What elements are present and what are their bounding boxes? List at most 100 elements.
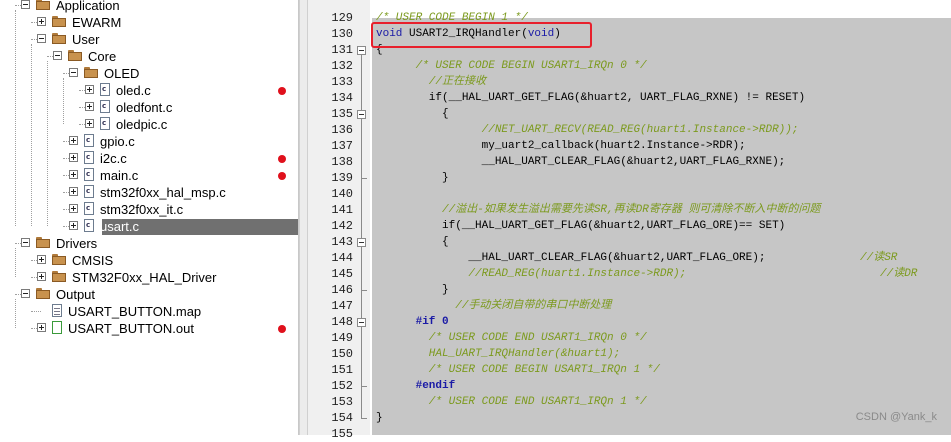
fold-collapse-icon[interactable] bbox=[357, 110, 366, 119]
expand-toggle-icon[interactable] bbox=[69, 204, 78, 213]
c-source-file-icon: c bbox=[84, 168, 94, 181]
fold-guide bbox=[361, 119, 362, 178]
expand-toggle-icon[interactable] bbox=[37, 323, 46, 332]
collapse-toggle-icon[interactable] bbox=[21, 238, 30, 247]
line-number: 146 bbox=[331, 283, 353, 297]
expand-toggle-icon[interactable] bbox=[85, 85, 94, 94]
line-number: 148 bbox=[331, 315, 353, 329]
collapse-toggle-icon[interactable] bbox=[69, 68, 78, 77]
tree-item-drivers[interactable]: Drivers bbox=[0, 235, 298, 252]
line-number: 132 bbox=[331, 59, 353, 73]
tree-item-ewarm[interactable]: EWARM bbox=[0, 14, 298, 31]
line-number: 138 bbox=[331, 155, 353, 169]
line-number: 143 bbox=[331, 235, 353, 249]
expand-toggle-icon[interactable] bbox=[69, 153, 78, 162]
c-source-file-icon: c bbox=[84, 134, 94, 147]
expand-toggle-icon[interactable] bbox=[69, 136, 78, 145]
code-line: if(__HAL_UART_GET_FLAG(&huart2,UART_FLAG… bbox=[376, 220, 786, 232]
tree-item-oled[interactable]: OLED bbox=[0, 65, 298, 82]
expand-toggle-icon[interactable] bbox=[37, 17, 46, 26]
c-source-file-icon: c bbox=[84, 151, 94, 164]
c-source-file-icon: c bbox=[84, 202, 94, 215]
tree-item-label: usart.c bbox=[100, 219, 140, 234]
tree-item-user[interactable]: User bbox=[0, 31, 298, 48]
tree-item-label: gpio.c bbox=[100, 134, 135, 149]
code-line: /* USER CODE END USART1_IRQn 0 */ bbox=[376, 332, 647, 344]
line-number: 153 bbox=[331, 395, 353, 409]
tree-item-stm32f0xx-hal-msp-c[interactable]: c stm32f0xx_hal_msp.c bbox=[0, 184, 298, 201]
tree-connector bbox=[63, 78, 64, 124]
map-file-icon bbox=[52, 304, 62, 317]
collapse-toggle-icon[interactable] bbox=[53, 51, 62, 60]
expand-toggle-icon[interactable] bbox=[37, 272, 46, 281]
tree-item-core[interactable]: Core bbox=[0, 48, 298, 65]
tree-item-oledpic-c[interactable]: c oledpic.c bbox=[0, 116, 298, 133]
code-line: //溢出-如果发生溢出需要先读SR,再读DR寄存器 则可清除不断入中断的问题 bbox=[376, 204, 821, 216]
tree-item-label: stm32f0xx_hal_msp.c bbox=[100, 185, 226, 200]
tree-item-label: OLED bbox=[104, 66, 140, 81]
expand-toggle-icon[interactable] bbox=[85, 102, 94, 111]
output-file-icon bbox=[52, 321, 62, 334]
folder-icon bbox=[52, 33, 66, 44]
tree-item-output[interactable]: Output bbox=[0, 286, 298, 303]
fold-collapse-icon[interactable] bbox=[357, 46, 366, 55]
folder-icon bbox=[52, 271, 66, 282]
folder-icon bbox=[52, 16, 66, 27]
collapse-toggle-icon[interactable] bbox=[21, 0, 30, 9]
code-line: my_uart2_callback(huart2.Instance->RDR); bbox=[376, 140, 746, 152]
tree-item-usart-c[interactable]: c usart.c bbox=[0, 218, 298, 235]
code-line: { bbox=[376, 108, 449, 120]
collapse-toggle-icon[interactable] bbox=[37, 34, 46, 43]
line-number: 135 bbox=[331, 107, 353, 121]
fold-collapse-icon[interactable] bbox=[357, 238, 366, 247]
tree-item-cmsis[interactable]: CMSIS bbox=[0, 252, 298, 269]
line-number: 150 bbox=[331, 347, 353, 361]
expand-toggle-icon[interactable] bbox=[85, 119, 94, 128]
tree-item-label: STM32F0xx_HAL_Driver bbox=[72, 270, 217, 285]
pane-splitter[interactable] bbox=[299, 0, 308, 435]
fold-guide bbox=[361, 247, 362, 290]
expand-toggle-icon[interactable] bbox=[37, 255, 46, 264]
fold-collapse-icon[interactable] bbox=[357, 318, 366, 327]
code-line: __HAL_UART_CLEAR_FLAG(&huart2,UART_FLAG_… bbox=[376, 156, 786, 168]
line-number: 136 bbox=[331, 123, 353, 137]
tree-item-label: User bbox=[72, 32, 100, 47]
tree-item-application[interactable]: Application bbox=[0, 0, 298, 14]
line-number: 141 bbox=[331, 203, 353, 217]
expand-toggle-icon[interactable] bbox=[69, 187, 78, 196]
modified-marker-icon bbox=[278, 155, 286, 163]
function-signature-highlight-box bbox=[371, 22, 592, 48]
tree-item-gpio-c[interactable]: c gpio.c bbox=[0, 133, 298, 150]
code-line: //READ_REG(huart1.Instance->RDR); bbox=[376, 268, 687, 280]
tree-connector bbox=[15, 299, 16, 328]
expand-toggle-icon[interactable] bbox=[69, 221, 78, 230]
tree-connector bbox=[47, 61, 48, 226]
line-number: 133 bbox=[331, 75, 353, 89]
fold-guide bbox=[361, 327, 362, 386]
code-line: } bbox=[376, 412, 383, 424]
folder-icon bbox=[36, 288, 50, 299]
expand-toggle-icon[interactable] bbox=[69, 170, 78, 179]
code-line: if(__HAL_UART_GET_FLAG(&huart2, UART_FLA… bbox=[376, 92, 806, 104]
tree-connector bbox=[15, 248, 16, 277]
tree-item-stm32f0xx-hal-driver[interactable]: STM32F0xx_HAL_Driver bbox=[0, 269, 298, 286]
project-tree: Application EWARM User Core OLED c oled.c c oled… bbox=[0, 0, 299, 435]
tree-item-label: Application bbox=[56, 0, 120, 13]
tree-item-main-c[interactable]: c main.c bbox=[0, 167, 298, 184]
tree-item-oled-c[interactable]: c oled.c bbox=[0, 82, 298, 99]
fold-end bbox=[361, 418, 367, 419]
tree-item-stm32f0xx-it-c[interactable]: c stm32f0xx_it.c bbox=[0, 201, 298, 218]
modified-marker-icon bbox=[278, 172, 286, 180]
line-number: 144 bbox=[331, 251, 353, 265]
code-line: /* USER CODE BEGIN USART1_IRQn 1 */ bbox=[376, 364, 660, 376]
collapse-toggle-icon[interactable] bbox=[21, 289, 30, 298]
tree-item-oledfont-c[interactable]: c oledfont.c bbox=[0, 99, 298, 116]
watermark: CSDN @Yank_k bbox=[855, 411, 937, 423]
tree-item-usart-button-map[interactable]: USART_BUTTON.map bbox=[0, 303, 298, 320]
c-source-file-icon: c bbox=[100, 100, 110, 113]
tree-item-usart-button-out[interactable]: USART_BUTTON.out bbox=[0, 320, 298, 337]
code-line: //NET_UART_RECV(READ_REG(huart1.Instance… bbox=[376, 124, 799, 136]
fold-end bbox=[361, 386, 367, 387]
tree-item-i2c-c[interactable]: c i2c.c bbox=[0, 150, 298, 167]
line-number: 151 bbox=[331, 363, 353, 377]
